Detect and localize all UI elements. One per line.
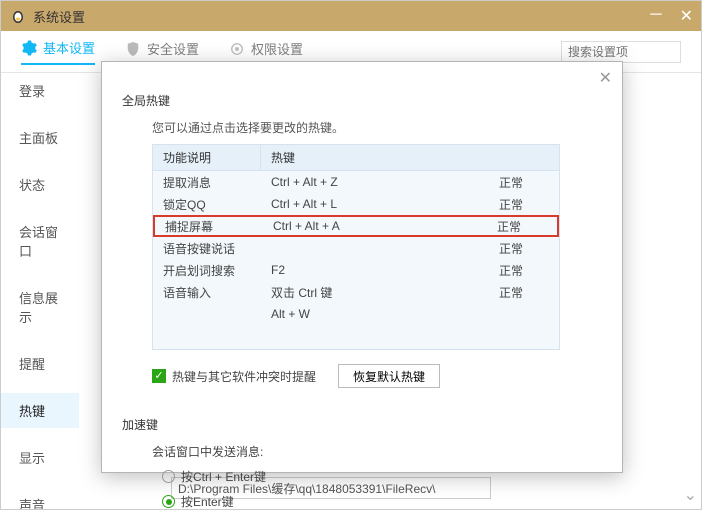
row-name: 锁定QQ (153, 196, 261, 213)
col-key: 热键 (261, 145, 559, 170)
table-row[interactable]: 锁定QQ Ctrl + Alt + L 正常 (153, 193, 559, 215)
gear-icon (21, 40, 37, 56)
sidebar-item-session[interactable]: 会话窗口 (1, 214, 79, 268)
row-key: 双击 Ctrl 键 (261, 284, 499, 301)
row-status: 正常 (499, 284, 559, 301)
row-name: 语音按键说话 (153, 240, 261, 257)
sidebar: 登录 主面板 状态 会话窗口 信息展示 提醒 热键 显示 声音 软件更新 文件管… (1, 73, 79, 509)
sidebar-item-alert[interactable]: 提醒 (1, 346, 79, 381)
window-title: 系统设置 (33, 7, 650, 26)
row-status: 正常 (499, 262, 559, 279)
row-key: F2 (261, 263, 499, 277)
radio-label: 按Ctrl + Enter键 (181, 468, 266, 485)
sidebar-item-display[interactable]: 显示 (1, 440, 79, 475)
title-bar: 系统设置 ─ ✕ (1, 1, 701, 31)
sidebar-item-status[interactable]: 状态 (1, 167, 79, 202)
conflict-checkbox[interactable]: ✓ 热键与其它软件冲突时提醒 (152, 368, 316, 385)
radio-icon (162, 470, 175, 483)
row-key: Ctrl + Alt + Z (261, 175, 499, 189)
hotkey-table: 功能说明 热键 提取消息 Ctrl + Alt + Z 正常 锁定QQ Ctrl… (152, 144, 560, 350)
sidebar-item-info[interactable]: 信息展示 (1, 280, 79, 334)
row-status: 正常 (499, 240, 559, 257)
radio-label: 按Enter键 (181, 493, 234, 510)
global-hotkey-desc: 您可以通过点击选择要更改的热键。 (152, 119, 600, 136)
table-row-highlighted[interactable]: 捕捉屏幕 Ctrl + Alt + A 正常 (153, 215, 559, 237)
tab-basic[interactable]: 基本设置 (21, 38, 95, 65)
row-name: 提取消息 (153, 174, 261, 191)
app-logo-icon (9, 7, 27, 25)
row-status: 正常 (499, 196, 559, 213)
minimize-button[interactable]: ─ (650, 6, 661, 26)
sidebar-item-hotkey[interactable]: 热键 (1, 393, 79, 428)
sidebar-item-login[interactable]: 登录 (1, 73, 79, 108)
table-row[interactable]: 语音按键说话 正常 (153, 237, 559, 259)
search-container (333, 41, 681, 63)
conflict-label: 热键与其它软件冲突时提醒 (172, 368, 316, 385)
row-name: 捕捉屏幕 (155, 218, 263, 235)
table-row[interactable]: Alt + W (153, 303, 559, 325)
row-key: Ctrl + Alt + L (261, 197, 499, 211)
row-status: 正常 (497, 218, 557, 235)
modal-close-button[interactable]: ✕ (599, 68, 612, 88)
radio-enter[interactable]: 按Enter键 (162, 493, 600, 510)
sidebar-item-sound[interactable]: 声音 (1, 487, 79, 509)
scroll-down-icon[interactable]: ⌄ (684, 485, 697, 505)
check-icon: ✓ (152, 369, 166, 383)
accel-title: 加速键 (122, 416, 600, 433)
row-name: 开启划词搜索 (153, 262, 261, 279)
row-status: 正常 (499, 174, 559, 191)
table-row[interactable]: 语音输入 双击 Ctrl 键 正常 (153, 281, 559, 303)
radio-icon (162, 495, 175, 508)
table-row[interactable]: 提取消息 Ctrl + Alt + Z 正常 (153, 171, 559, 193)
sidebar-item-panel[interactable]: 主面板 (1, 120, 79, 155)
shield-icon (125, 41, 141, 57)
row-key: Ctrl + Alt + A (263, 219, 497, 233)
tab-security-label: 安全设置 (147, 39, 199, 58)
radio-ctrl-enter[interactable]: 按Ctrl + Enter键 (162, 468, 600, 485)
send-message-label: 会话窗口中发送消息: (152, 443, 600, 460)
row-name: 语音输入 (153, 284, 261, 301)
close-button[interactable]: ✕ (680, 6, 693, 26)
row-key: Alt + W (261, 307, 499, 321)
lock-icon (229, 41, 245, 57)
col-function: 功能说明 (153, 145, 261, 170)
table-row[interactable]: 开启划词搜索 F2 正常 (153, 259, 559, 281)
search-input[interactable] (561, 41, 681, 63)
tab-permission-label: 权限设置 (251, 39, 303, 58)
tab-basic-label: 基本设置 (43, 38, 95, 57)
hotkey-modal: ✕ 全局热键 您可以通过点击选择要更改的热键。 功能说明 热键 提取消息 Ctr… (101, 61, 623, 473)
global-hotkey-title: 全局热键 (122, 92, 600, 109)
reset-hotkeys-button[interactable]: 恢复默认热键 (338, 364, 440, 388)
hotkey-table-head: 功能说明 热键 (153, 145, 559, 171)
